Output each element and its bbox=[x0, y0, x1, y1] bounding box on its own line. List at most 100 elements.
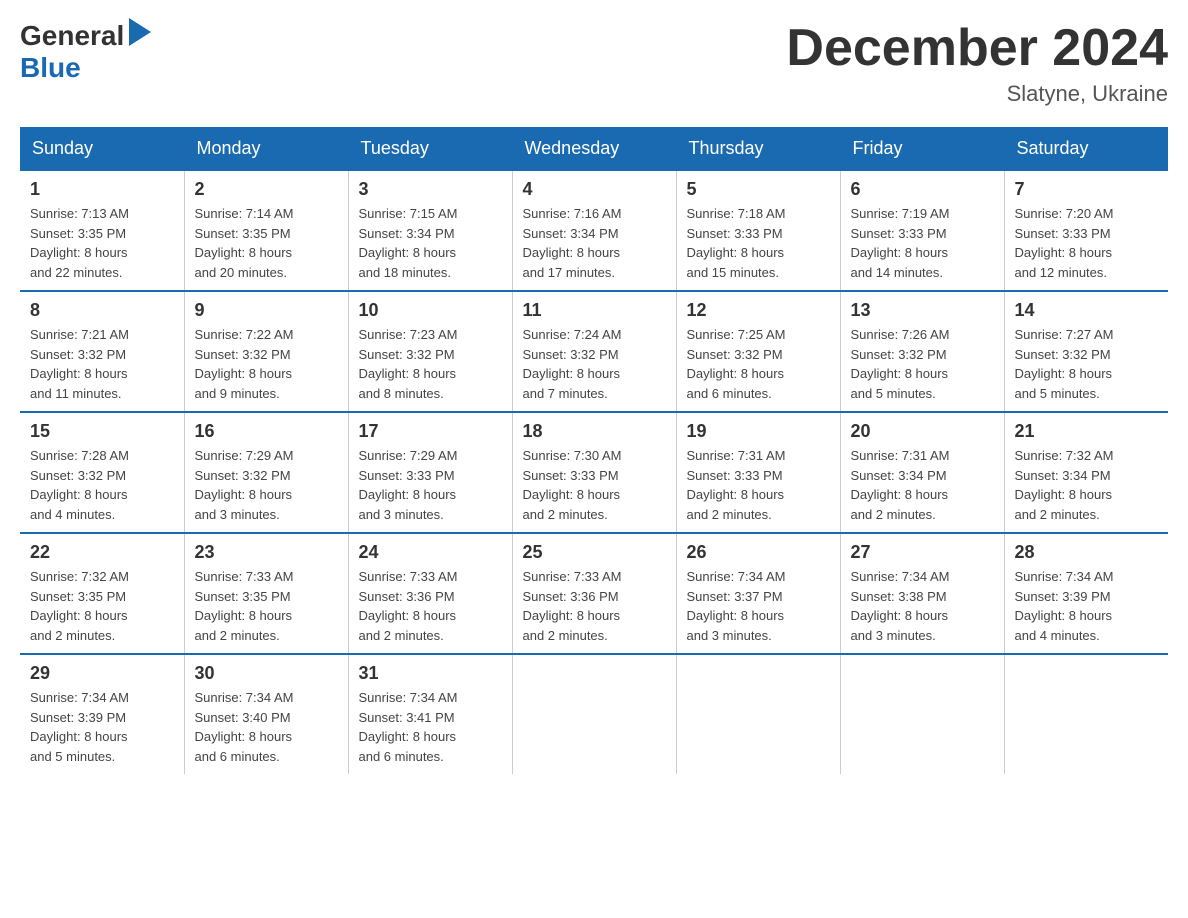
day-info: Sunrise: 7:28 AMSunset: 3:32 PMDaylight:… bbox=[30, 446, 174, 524]
calendar-cell: 24Sunrise: 7:33 AMSunset: 3:36 PMDayligh… bbox=[348, 533, 512, 654]
day-info: Sunrise: 7:27 AMSunset: 3:32 PMDaylight:… bbox=[1015, 325, 1159, 403]
calendar-cell: 23 Sunrise: 7:33 AMSunset: 3:35 PMDayligh… bbox=[184, 533, 348, 654]
calendar-cell: 16 Sunrise: 7:29 AMSunset: 3:32 PMDayligh… bbox=[184, 412, 348, 533]
day-info: Sunrise: 7:13 AMSunset: 3:35 PMDaylight:… bbox=[30, 204, 174, 282]
header-day-sunday: Sunday bbox=[20, 128, 184, 171]
day-info: Sunrise: 7:34 AMSunset: 3:41 PMDaylight:… bbox=[359, 688, 502, 766]
calendar-cell: 1 Sunrise: 7:13 AMSunset: 3:35 PMDaylight… bbox=[20, 170, 184, 291]
day-number: 21 bbox=[1015, 421, 1159, 442]
week-row-1: 1 Sunrise: 7:13 AMSunset: 3:35 PMDaylight… bbox=[20, 170, 1168, 291]
day-info: Sunrise: 7:26 AMSunset: 3:32 PMDaylight:… bbox=[851, 325, 994, 403]
header-day-wednesday: Wednesday bbox=[512, 128, 676, 171]
header-row: SundayMondayTuesdayWednesdayThursdayFrid… bbox=[20, 128, 1168, 171]
day-number: 14 bbox=[1015, 300, 1159, 321]
day-number: 9 bbox=[195, 300, 338, 321]
calendar-cell: 11 Sunrise: 7:24 AMSunset: 3:32 PMDayligh… bbox=[512, 291, 676, 412]
day-info: Sunrise: 7:31 AMSunset: 3:34 PMDaylight:… bbox=[851, 446, 994, 524]
day-number: 29 bbox=[30, 663, 174, 684]
calendar-cell: 26Sunrise: 7:34 AMSunset: 3:37 PMDayligh… bbox=[676, 533, 840, 654]
day-info: Sunrise: 7:31 AMSunset: 3:33 PMDaylight:… bbox=[687, 446, 830, 524]
page-header: General Blue December 2024 Slatyne, Ukra… bbox=[20, 20, 1168, 107]
day-number: 28 bbox=[1015, 542, 1159, 563]
calendar-cell: 18 Sunrise: 7:30 AMSunset: 3:33 PMDayligh… bbox=[512, 412, 676, 533]
day-number: 23 bbox=[195, 542, 338, 563]
day-number: 5 bbox=[687, 179, 830, 200]
logo-blue: Blue bbox=[20, 52, 154, 84]
day-info: Sunrise: 7:24 AMSunset: 3:32 PMDaylight:… bbox=[523, 325, 666, 403]
calendar-cell: 4 Sunrise: 7:16 AMSunset: 3:34 PMDaylight… bbox=[512, 170, 676, 291]
calendar-header: SundayMondayTuesdayWednesdayThursdayFrid… bbox=[20, 128, 1168, 171]
title-section: December 2024 Slatyne, Ukraine bbox=[786, 20, 1168, 107]
day-number: 6 bbox=[851, 179, 994, 200]
day-info: Sunrise: 7:34 AMSunset: 3:40 PMDaylight:… bbox=[195, 688, 338, 766]
day-number: 26 bbox=[687, 542, 830, 563]
day-info: Sunrise: 7:32 AMSunset: 3:35 PMDaylight:… bbox=[30, 567, 174, 645]
day-number: 11 bbox=[523, 300, 666, 321]
day-number: 10 bbox=[359, 300, 502, 321]
week-row-2: 8Sunrise: 7:21 AMSunset: 3:32 PMDaylight… bbox=[20, 291, 1168, 412]
day-info: Sunrise: 7:33 AMSunset: 3:36 PMDaylight:… bbox=[523, 567, 666, 645]
day-number: 27 bbox=[851, 542, 994, 563]
calendar-cell bbox=[512, 654, 676, 774]
calendar-cell: 10 Sunrise: 7:23 AMSunset: 3:32 PMDayligh… bbox=[348, 291, 512, 412]
day-info: Sunrise: 7:23 AMSunset: 3:32 PMDaylight:… bbox=[359, 325, 502, 403]
calendar-cell: 21 Sunrise: 7:32 AMSunset: 3:34 PMDayligh… bbox=[1004, 412, 1168, 533]
week-row-3: 15 Sunrise: 7:28 AMSunset: 3:32 PMDayligh… bbox=[20, 412, 1168, 533]
logo-triangle-icon bbox=[129, 18, 151, 46]
calendar-cell: 17Sunrise: 7:29 AMSunset: 3:33 PMDayligh… bbox=[348, 412, 512, 533]
calendar-cell bbox=[1004, 654, 1168, 774]
calendar-cell: 28 Sunrise: 7:34 AMSunset: 3:39 PMDayligh… bbox=[1004, 533, 1168, 654]
day-info: Sunrise: 7:25 AMSunset: 3:32 PMDaylight:… bbox=[687, 325, 830, 403]
day-number: 19 bbox=[687, 421, 830, 442]
day-number: 31 bbox=[359, 663, 502, 684]
day-info: Sunrise: 7:16 AMSunset: 3:34 PMDaylight:… bbox=[523, 204, 666, 282]
day-number: 4 bbox=[523, 179, 666, 200]
day-info: Sunrise: 7:18 AMSunset: 3:33 PMDaylight:… bbox=[687, 204, 830, 282]
day-info: Sunrise: 7:32 AMSunset: 3:34 PMDaylight:… bbox=[1015, 446, 1159, 524]
week-row-5: 29Sunrise: 7:34 AMSunset: 3:39 PMDayligh… bbox=[20, 654, 1168, 774]
week-row-4: 22 Sunrise: 7:32 AMSunset: 3:35 PMDayligh… bbox=[20, 533, 1168, 654]
day-number: 16 bbox=[195, 421, 338, 442]
day-number: 20 bbox=[851, 421, 994, 442]
day-number: 22 bbox=[30, 542, 174, 563]
calendar-cell: 9 Sunrise: 7:22 AMSunset: 3:32 PMDaylight… bbox=[184, 291, 348, 412]
logo: General Blue bbox=[20, 20, 154, 84]
day-info: Sunrise: 7:19 AMSunset: 3:33 PMDaylight:… bbox=[851, 204, 994, 282]
calendar-cell: 14 Sunrise: 7:27 AMSunset: 3:32 PMDayligh… bbox=[1004, 291, 1168, 412]
day-info: Sunrise: 7:29 AMSunset: 3:33 PMDaylight:… bbox=[359, 446, 502, 524]
day-info: Sunrise: 7:33 AMSunset: 3:36 PMDaylight:… bbox=[359, 567, 502, 645]
logo-general: General bbox=[20, 20, 124, 52]
calendar-cell: 13Sunrise: 7:26 AMSunset: 3:32 PMDayligh… bbox=[840, 291, 1004, 412]
calendar-table: SundayMondayTuesdayWednesdayThursdayFrid… bbox=[20, 127, 1168, 774]
day-info: Sunrise: 7:33 AMSunset: 3:35 PMDaylight:… bbox=[195, 567, 338, 645]
header-day-monday: Monday bbox=[184, 128, 348, 171]
calendar-cell: 2Sunrise: 7:14 AMSunset: 3:35 PMDaylight… bbox=[184, 170, 348, 291]
day-info: Sunrise: 7:22 AMSunset: 3:32 PMDaylight:… bbox=[195, 325, 338, 403]
day-info: Sunrise: 7:34 AMSunset: 3:38 PMDaylight:… bbox=[851, 567, 994, 645]
calendar-cell bbox=[840, 654, 1004, 774]
calendar-cell: 12Sunrise: 7:25 AMSunset: 3:32 PMDayligh… bbox=[676, 291, 840, 412]
calendar-cell: 25 Sunrise: 7:33 AMSunset: 3:36 PMDayligh… bbox=[512, 533, 676, 654]
calendar-body: 1 Sunrise: 7:13 AMSunset: 3:35 PMDaylight… bbox=[20, 170, 1168, 774]
header-day-saturday: Saturday bbox=[1004, 128, 1168, 171]
day-info: Sunrise: 7:34 AMSunset: 3:39 PMDaylight:… bbox=[1015, 567, 1159, 645]
day-number: 15 bbox=[30, 421, 174, 442]
day-number: 25 bbox=[523, 542, 666, 563]
day-number: 18 bbox=[523, 421, 666, 442]
header-day-tuesday: Tuesday bbox=[348, 128, 512, 171]
day-info: Sunrise: 7:30 AMSunset: 3:33 PMDaylight:… bbox=[523, 446, 666, 524]
day-number: 3 bbox=[359, 179, 502, 200]
day-info: Sunrise: 7:15 AMSunset: 3:34 PMDaylight:… bbox=[359, 204, 502, 282]
day-number: 1 bbox=[30, 179, 174, 200]
day-info: Sunrise: 7:14 AMSunset: 3:35 PMDaylight:… bbox=[195, 204, 338, 282]
calendar-cell: 29Sunrise: 7:34 AMSunset: 3:39 PMDayligh… bbox=[20, 654, 184, 774]
calendar-cell: 6 Sunrise: 7:19 AMSunset: 3:33 PMDaylight… bbox=[840, 170, 1004, 291]
day-number: 8 bbox=[30, 300, 174, 321]
location-title: Slatyne, Ukraine bbox=[786, 81, 1168, 107]
calendar-cell: 27 Sunrise: 7:34 AMSunset: 3:38 PMDayligh… bbox=[840, 533, 1004, 654]
day-info: Sunrise: 7:29 AMSunset: 3:32 PMDaylight:… bbox=[195, 446, 338, 524]
day-number: 7 bbox=[1015, 179, 1159, 200]
header-day-friday: Friday bbox=[840, 128, 1004, 171]
calendar-cell: 20 Sunrise: 7:31 AMSunset: 3:34 PMDayligh… bbox=[840, 412, 1004, 533]
calendar-cell: 30Sunrise: 7:34 AMSunset: 3:40 PMDayligh… bbox=[184, 654, 348, 774]
